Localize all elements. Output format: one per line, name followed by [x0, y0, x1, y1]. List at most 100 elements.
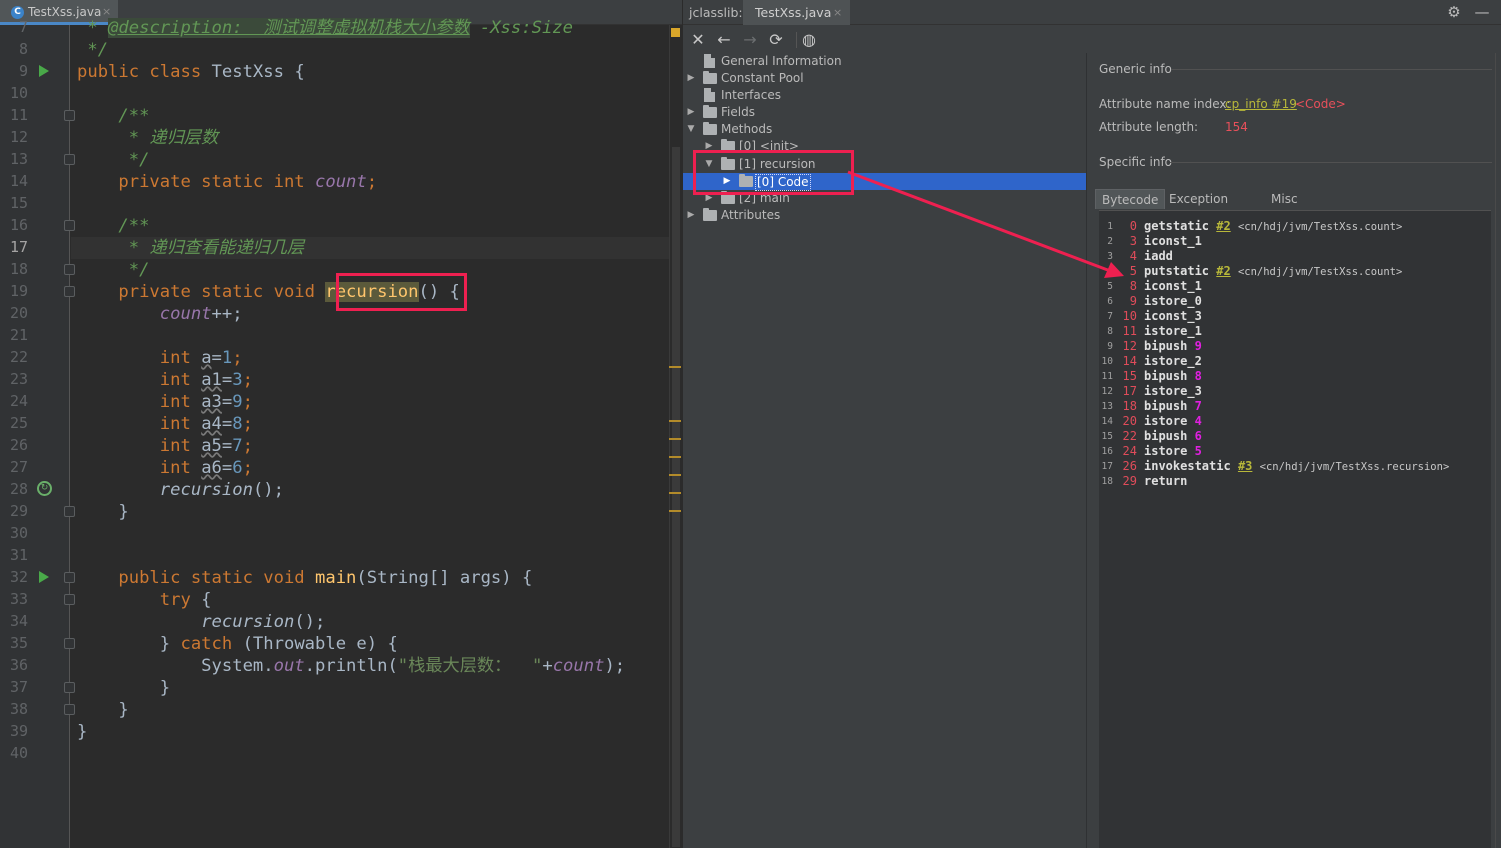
bytecode-line-number: 10 — [1101, 356, 1113, 367]
section-divider — [1172, 69, 1492, 70]
tree-item-methods[interactable]: ▼ Methods — [683, 121, 1083, 138]
code-line-7: * @description: 测试调整虚拟机栈大小参数 -Xss:Size — [77, 18, 573, 38]
warning-stripe[interactable] — [669, 474, 681, 476]
code-line-38: } — [77, 700, 129, 720]
cp-info-link[interactable]: cp_info #19 — [1225, 97, 1297, 111]
tab-exception-table[interactable]: Exception table — [1163, 189, 1234, 226]
run-gutter-icon[interactable] — [39, 571, 49, 583]
bytecode-comment: <cn/hdj/jvm/TestXss.count> — [1237, 266, 1403, 278]
line-number: 14 — [9, 172, 28, 190]
expand-arrow-icon[interactable]: ▶ — [686, 207, 696, 224]
constant-pool-ref-link[interactable]: #2 — [1216, 219, 1230, 233]
warning-stripe[interactable] — [669, 438, 681, 440]
code-line-36: System.out.println("栈最大层数： "+count); — [77, 656, 626, 676]
close-icon[interactable]: ✕ — [688, 30, 708, 50]
tab-misc[interactable]: Misc — [1265, 189, 1304, 209]
bytecode-row: 12 17 istore_3 — [1099, 384, 1491, 399]
editor-scroll-thumb[interactable] — [672, 147, 680, 847]
bytecode-line-number: 18 — [1101, 476, 1113, 487]
opcode-argument: 8 — [1194, 369, 1202, 383]
fold-marker-icon[interactable] — [64, 154, 75, 165]
opcode: iconst_1 — [1144, 279, 1202, 293]
fold-marker-icon[interactable] — [64, 264, 75, 275]
document-icon — [704, 54, 715, 68]
specific-info-title: Specific info — [1099, 155, 1173, 169]
back-arrow-icon[interactable]: ← — [714, 30, 734, 50]
bytecode-row: 17 26 invokestatic #3 <cn/hdj/jvm/TestXss.… — [1099, 459, 1491, 474]
run-gutter-icon[interactable] — [39, 65, 49, 77]
bytecode-line-number: 16 — [1101, 446, 1113, 457]
warning-stripe[interactable] — [669, 456, 681, 458]
class-structure-tree[interactable]: General Information ▶ Constant Pool Inte… — [683, 53, 1086, 848]
attribute-info-pane: Generic info Attribute name index: cp_in… — [1086, 53, 1501, 848]
fold-marker-icon[interactable] — [64, 682, 75, 693]
warning-indicator-icon[interactable] — [671, 28, 680, 37]
browser-globe-icon[interactable]: ◍ — [799, 30, 819, 50]
minimize-icon[interactable]: — — [1474, 4, 1490, 20]
bytecode-offset: 11 — [1122, 324, 1137, 338]
bytecode-offset: 4 — [1129, 249, 1137, 263]
collapse-arrow-icon[interactable]: ▼ — [686, 121, 696, 138]
fold-marker-icon[interactable] — [64, 704, 75, 715]
opcode: bipush — [1144, 369, 1188, 383]
bytecode-offset: 10 — [1122, 309, 1137, 323]
fold-marker-icon[interactable] — [64, 506, 75, 517]
bytecode-offset: 12 — [1122, 339, 1137, 353]
tree-item-general-information[interactable]: General Information — [683, 53, 1083, 70]
expand-arrow-icon[interactable]: ▶ — [686, 70, 696, 87]
forward-arrow-icon[interactable]: → — [740, 30, 760, 50]
tree-item-fields[interactable]: ▶ Fields — [683, 104, 1083, 121]
bytecode-instruction: bipush 8 — [1144, 369, 1202, 384]
bytecode-offset: 17 — [1122, 384, 1137, 398]
gear-icon[interactable]: ⚙ — [1446, 4, 1462, 20]
bytecode-offset: 26 — [1122, 459, 1137, 473]
code-editor[interactable]: C TestXss.java × 7 8 9 10 11 12 13 14 15 16 17 18 19… — [0, 0, 682, 848]
line-number: 39 — [9, 722, 28, 740]
refresh-icon[interactable]: ⟳ — [766, 30, 786, 50]
constant-pool-ref-link[interactable]: #2 — [1216, 264, 1230, 278]
bytecode-row: 18 29 return — [1099, 474, 1491, 489]
bytecode-listing[interactable]: 1 0 getstatic #2 <cn/hdj/jvm/TestXss.count… — [1099, 210, 1491, 848]
fold-marker-icon[interactable] — [64, 220, 75, 231]
tree-item-attributes[interactable]: ▶ Attributes — [683, 207, 1083, 224]
bytecode-offset: 5 — [1129, 264, 1137, 278]
code-line-26: int a5=7; — [77, 436, 253, 456]
code-line-23: int a1=3; — [77, 370, 253, 390]
fold-marker-icon[interactable] — [64, 638, 75, 649]
line-number: 17 — [9, 238, 28, 256]
bytecode-line-number: 12 — [1101, 386, 1113, 397]
constant-pool-ref-link[interactable]: #3 — [1238, 459, 1252, 473]
tree-item-interfaces[interactable]: Interfaces — [683, 87, 1083, 104]
bytecode-row: 16 24 istore 5 — [1099, 444, 1491, 459]
warning-stripe[interactable] — [669, 492, 681, 494]
expand-arrow-icon[interactable]: ▶ — [686, 104, 696, 121]
warning-stripe[interactable] — [669, 420, 681, 422]
opcode-argument: 9 — [1194, 339, 1202, 353]
jclasslib-tab-testxss[interactable]: TestXss.java × — [743, 0, 850, 25]
fold-marker-icon[interactable] — [64, 110, 75, 121]
code-line-22: int a=1; — [77, 348, 243, 368]
fold-marker-icon[interactable] — [64, 286, 75, 297]
bytecode-comment: <cn/hdj/jvm/TestXss.recursion> — [1259, 461, 1450, 473]
jclasslib-scrollbar[interactable] — [1495, 53, 1501, 848]
opcode-argument: 7 — [1194, 399, 1202, 413]
jclasslib-title: jclasslib: — [689, 5, 743, 20]
line-number: 9 — [18, 62, 28, 80]
close-icon[interactable]: × — [833, 0, 842, 25]
line-number: 8 — [18, 40, 28, 58]
line-number: 38 — [9, 700, 28, 718]
code-line-25: int a4=8; — [77, 414, 253, 434]
fold-marker-icon[interactable] — [64, 572, 75, 583]
code-line-16: /** — [77, 216, 150, 236]
fold-marker-icon[interactable] — [64, 594, 75, 605]
warning-stripe[interactable] — [669, 366, 681, 368]
tab-bytecode[interactable]: Bytecode — [1095, 189, 1166, 209]
bytecode-line-number: 6 — [1107, 296, 1113, 307]
tree-item-constant-pool[interactable]: ▶ Constant Pool — [683, 70, 1083, 87]
recursive-call-icon[interactable]: ↻ — [37, 481, 52, 496]
opcode: putstatic — [1144, 264, 1210, 278]
code-line-12: * 递归层数 — [77, 128, 219, 148]
opcode: istore_1 — [1144, 324, 1202, 338]
warning-stripe[interactable] — [669, 510, 681, 512]
bytecode-row: 11 15 bipush 8 — [1099, 369, 1491, 384]
